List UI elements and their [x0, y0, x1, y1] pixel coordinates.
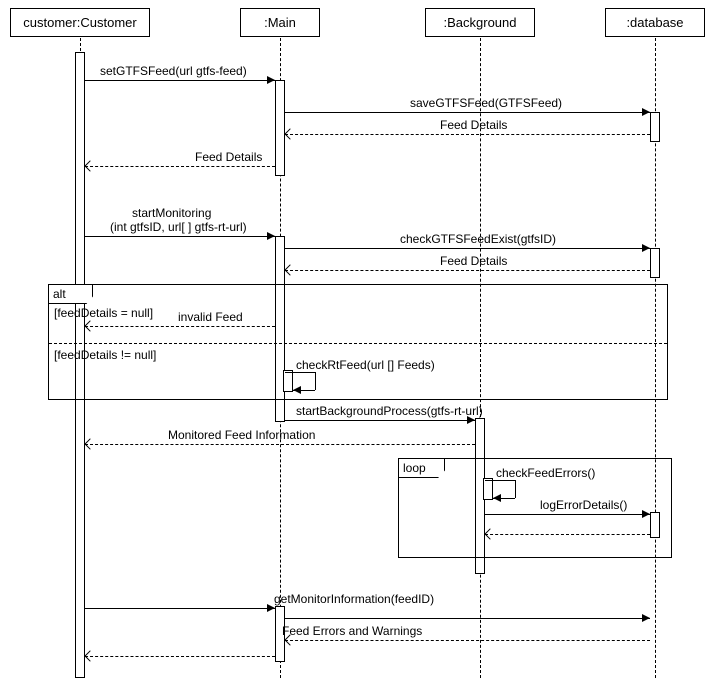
arrowhead-monitoredinfo	[84, 438, 95, 449]
arrow-feeddetails3	[285, 270, 650, 271]
sequence-diagram: customer:Customer :Main :Background :dat…	[0, 0, 722, 682]
actor-main: :Main	[240, 8, 320, 37]
fragment-loop-label: loop	[399, 459, 445, 478]
arrow-checkrtfeed-h1	[285, 372, 315, 373]
arrow-feeddetails1	[285, 134, 650, 135]
msg-startmonitoring1-label: startMonitoring	[132, 206, 211, 220]
msg-checkrtfeed-label: checkRtFeed(url [] Feeds)	[296, 358, 435, 372]
arrow-getmonitor	[85, 608, 275, 609]
actor-main-label: :Main	[264, 15, 296, 30]
msg-feeddetails1-label: Feed Details	[440, 118, 507, 132]
guard-notnull: [feedDetails != null]	[54, 348, 156, 362]
actor-customer-label: customer:Customer	[23, 15, 136, 30]
arrow-checkfeederrors-h1	[485, 480, 515, 481]
actor-database-label: :database	[626, 15, 683, 30]
activation-db-2	[650, 248, 660, 278]
activation-main-1	[275, 80, 285, 176]
arrowhead-checkrtfeed	[293, 386, 301, 394]
arrowhead-startmonitoring	[267, 232, 275, 240]
arrowhead-feeddetails2	[84, 160, 95, 171]
actor-background: :Background	[425, 8, 535, 37]
msg-logerror-label: logErrorDetails()	[540, 498, 627, 512]
arrow-monitoredinfo	[85, 444, 475, 445]
actor-customer: customer:Customer	[10, 8, 150, 37]
arrowhead-setgtfsfeed	[267, 76, 275, 84]
arrowhead-feeddetails1	[284, 128, 295, 139]
arrowhead-checkgtfsfeedexist	[642, 244, 650, 252]
arrow-startmonitoring	[85, 236, 275, 237]
arrow-feederrors-db	[285, 640, 650, 641]
msg-feederrors-label: Feed Errors and Warnings	[282, 624, 422, 638]
arrowhead-feederrors-cust	[84, 650, 95, 661]
arrow-checkgtfsfeedexist	[285, 248, 650, 249]
arrow-logerror-ret	[485, 534, 650, 535]
arrowhead-startbg	[467, 416, 475, 424]
msg-checkfeederrors-label: checkFeedErrors()	[496, 466, 595, 480]
arrow-feederrors-cust	[85, 656, 275, 657]
msg-feeddetails3-label: Feed Details	[440, 254, 507, 268]
guard-null: [feedDetails = null]	[54, 306, 153, 320]
fragment-alt-label: alt	[49, 285, 93, 304]
arrow-getmonitor-db	[285, 618, 650, 619]
arrow-invalidfeed	[85, 326, 275, 327]
arrow-startbg	[285, 420, 475, 421]
arrowhead-savegtfsfeed	[642, 108, 650, 116]
msg-monitoredinfo-label: Monitored Feed Information	[168, 428, 315, 442]
actor-background-label: :Background	[444, 15, 517, 30]
arrow-setgtfsfeed	[85, 80, 275, 81]
msg-getmonitor-label: getMonitorInformation(feedID)	[274, 592, 434, 606]
arrowhead-getmonitor	[267, 604, 275, 612]
msg-invalidfeed-label: invalid Feed	[178, 310, 243, 324]
arrowhead-feeddetails3	[284, 264, 295, 275]
arrow-logerror	[485, 514, 650, 515]
arrowhead-logerror	[642, 510, 650, 518]
fragment-alt: alt	[48, 284, 668, 400]
arrow-savegtfsfeed	[285, 112, 650, 113]
msg-setgtfsfeed-label: setGTFSFeed(url gtfs-feed)	[100, 64, 247, 78]
fragment-alt-divider	[49, 343, 667, 344]
msg-startmonitoring2-label: (int gtfsID, url[ ] gtfs-rt-url)	[110, 220, 247, 234]
arrow-feeddetails2	[85, 166, 275, 167]
msg-feeddetails2-label: Feed Details	[195, 150, 262, 164]
msg-startbg-label: startBackgroundProcess(gtfs-rt-url)	[296, 404, 483, 418]
arrow-checkrtfeed-v	[315, 372, 316, 390]
actor-database: :database	[605, 8, 705, 37]
msg-savegtfsfeed-label: saveGTFSFeed(GTFSFeed)	[410, 96, 562, 110]
arrow-checkfeederrors-v	[515, 480, 516, 498]
arrowhead-getmonitor-db	[642, 614, 650, 622]
activation-db-1	[650, 112, 660, 142]
msg-checkgtfsfeedexist-label: checkGTFSFeedExist(gtfsID)	[400, 232, 556, 246]
arrowhead-checkfeederrors	[493, 494, 501, 502]
